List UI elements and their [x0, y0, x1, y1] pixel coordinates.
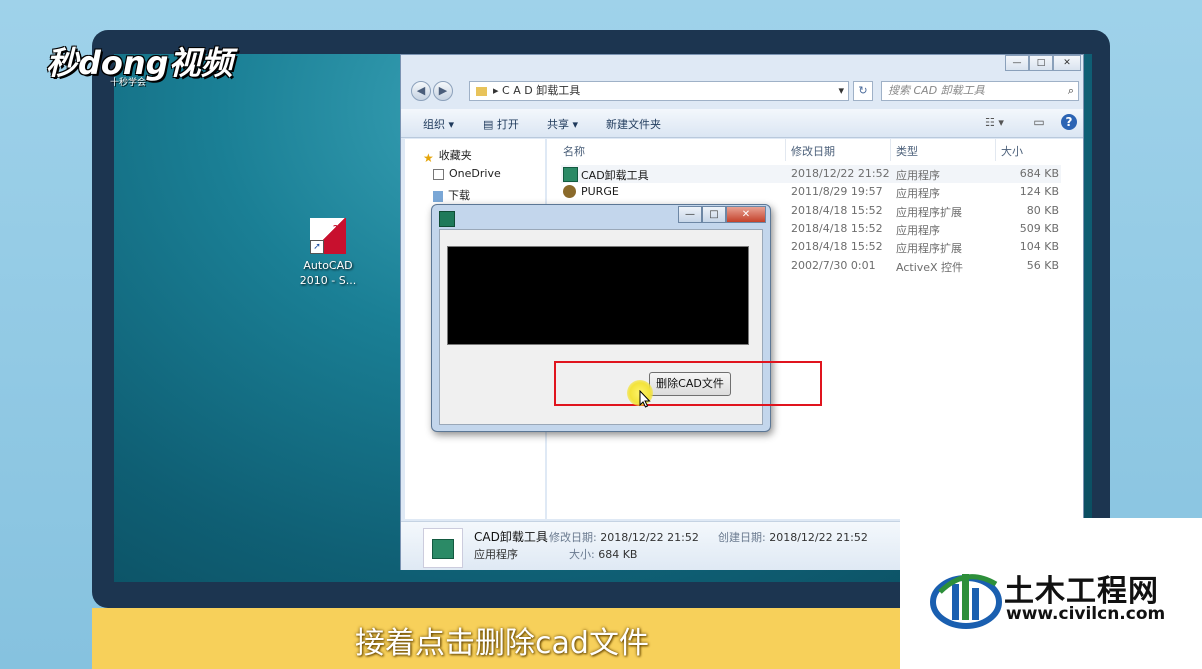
- mouse-cursor-icon: [639, 390, 651, 408]
- file-type: 应用程序扩展: [896, 242, 962, 255]
- column-modified[interactable]: 修改日期: [791, 143, 835, 159]
- nav-onedrive-label: OneDrive: [449, 167, 501, 180]
- column-divider[interactable]: [785, 139, 786, 161]
- file-type: 应用程序: [896, 224, 940, 237]
- desktop-icon-label-line2: 2010 - S...: [299, 274, 357, 287]
- file-size: 56 KB: [1026, 259, 1059, 272]
- details-created-label: 创建日期:: [718, 531, 766, 544]
- purge-icon: [563, 185, 576, 198]
- brand-logo-icon: [930, 574, 1002, 629]
- organize-menu[interactable]: 组织 ▾: [423, 116, 454, 132]
- view-menu[interactable]: ☷ ▾: [985, 116, 1004, 129]
- watermark-sub: 十秒学会: [110, 78, 147, 88]
- details-size-value: 684 KB: [598, 548, 638, 561]
- nav-favorites-label: 收藏夹: [438, 149, 472, 162]
- column-type[interactable]: 类型: [896, 143, 918, 159]
- details-size-label: 大小:: [569, 548, 595, 561]
- file-size: 684 KB: [1019, 167, 1059, 180]
- maximize-button[interactable]: □: [1029, 55, 1053, 71]
- refresh-button[interactable]: ↻: [853, 81, 873, 101]
- file-row[interactable]: CAD卸载工具 2018/12/22 21:52 应用程序 684 KB: [561, 165, 1061, 183]
- file-date: 2018/4/18 15:52: [791, 222, 883, 235]
- address-row: ◀ ▶ ▸ C A D 卸载工具 ▾ ↻ 搜索 CAD 卸载工具 ⌕: [407, 79, 1079, 103]
- preview-pane-icon[interactable]: ▭: [1031, 114, 1047, 130]
- open-icon: ▤: [483, 118, 497, 131]
- nav-downloads[interactable]: 下载: [433, 187, 470, 203]
- caption-text: 接着点击删除cad文件: [355, 626, 649, 661]
- open-label: 打开: [496, 118, 519, 131]
- folder-icon: [476, 86, 487, 96]
- file-size: 124 KB: [1019, 185, 1059, 198]
- column-size[interactable]: 大小: [1001, 143, 1023, 159]
- file-date: 2011/8/29 19:57: [791, 185, 883, 198]
- nav-favorites[interactable]: ★ 收藏夹: [423, 147, 472, 165]
- new-folder-button[interactable]: 新建文件夹: [606, 116, 661, 132]
- column-name[interactable]: 名称: [563, 143, 585, 159]
- onedrive-icon: [433, 168, 444, 180]
- details-modified-value: 2018/12/22 21:52: [600, 531, 699, 544]
- autocad-year-badge: 20 10: [332, 224, 344, 242]
- shortcut-arrow-icon: ➚: [310, 240, 324, 254]
- file-type: ActiveX 控件: [896, 261, 964, 274]
- file-name: CAD卸载工具: [581, 169, 649, 182]
- downloads-icon: [433, 190, 443, 202]
- details-created-value: 2018/12/22 21:52: [769, 531, 868, 544]
- desktop-icon-label: AutoCAD 2010 - S...: [296, 258, 360, 288]
- details-name: CAD卸载工具: [474, 530, 548, 544]
- nav-downloads-label: 下载: [448, 189, 470, 202]
- share-menu[interactable]: 共享 ▾: [547, 116, 578, 132]
- file-type: 应用程序扩展: [896, 206, 962, 219]
- highlight-rectangle: [554, 361, 822, 406]
- address-path: C A D 卸载工具: [502, 84, 581, 97]
- file-type: 应用程序: [896, 169, 940, 182]
- app-icon: [432, 539, 454, 559]
- file-date: 2018/12/22 21:52: [791, 167, 890, 180]
- desktop-icon-label-line1: AutoCAD: [303, 259, 353, 272]
- details-modified-label: 修改日期:: [549, 531, 597, 544]
- address-separator: ▸: [493, 84, 499, 97]
- address-dropdown-icon[interactable]: ▾: [838, 82, 844, 100]
- file-date: 2018/4/18 15:52: [791, 240, 883, 253]
- brand-url: www.civilcn.com: [1006, 604, 1166, 624]
- dialog-app-icon: [439, 211, 455, 227]
- close-button[interactable]: ✕: [1053, 55, 1081, 71]
- file-name: PURGE: [581, 185, 619, 198]
- file-type: 应用程序: [896, 187, 940, 200]
- output-panel: [447, 246, 749, 345]
- minimize-button[interactable]: —: [1005, 55, 1029, 71]
- nav-onedrive[interactable]: OneDrive: [433, 167, 501, 180]
- search-icon: ⌕: [1067, 84, 1074, 97]
- details-created: 创建日期: 2018/12/22 21:52: [718, 529, 868, 545]
- autocad-icon: 20 10 ➚: [310, 218, 346, 254]
- app-large-icon: [423, 528, 463, 568]
- search-placeholder: 搜索 CAD 卸载工具: [888, 84, 985, 97]
- file-row[interactable]: PURGE 2011/8/29 19:57 应用程序 124 KB: [561, 183, 1061, 201]
- dialog-minimize-button[interactable]: —: [678, 206, 702, 223]
- dialog-maximize-button[interactable]: □: [702, 206, 726, 223]
- file-size: 80 KB: [1026, 204, 1059, 217]
- help-icon[interactable]: ?: [1061, 114, 1077, 130]
- details-type: 应用程序: [474, 548, 518, 561]
- file-date: 2002/7/30 0:01: [791, 259, 876, 272]
- back-button[interactable]: ◀: [411, 81, 431, 101]
- address-bar[interactable]: ▸ C A D 卸载工具 ▾: [469, 81, 849, 101]
- file-size: 509 KB: [1019, 222, 1059, 235]
- file-size: 104 KB: [1019, 240, 1059, 253]
- search-input[interactable]: 搜索 CAD 卸载工具 ⌕: [881, 81, 1079, 101]
- column-divider[interactable]: [890, 139, 891, 161]
- app-icon: [563, 167, 578, 182]
- dialog-close-button[interactable]: ✕: [726, 206, 766, 223]
- autocad-desktop-icon[interactable]: 20 10 ➚ AutoCAD 2010 - S...: [296, 218, 360, 288]
- forward-button[interactable]: ▶: [433, 81, 453, 101]
- column-divider[interactable]: [995, 139, 996, 161]
- details-size: 大小: 684 KB: [569, 546, 637, 562]
- open-button[interactable]: ▤ 打开: [483, 116, 519, 132]
- details-modified: 修改日期: 2018/12/22 21:52: [549, 529, 699, 545]
- brand-watermark: 土木工程网 www.civilcn.com: [900, 518, 1202, 669]
- star-icon: ★: [423, 150, 434, 165]
- toolbar: 组织 ▾ ▤ 打开 共享 ▾ 新建文件夹 ☷ ▾ ▭ ?: [401, 109, 1083, 138]
- file-date: 2018/4/18 15:52: [791, 204, 883, 217]
